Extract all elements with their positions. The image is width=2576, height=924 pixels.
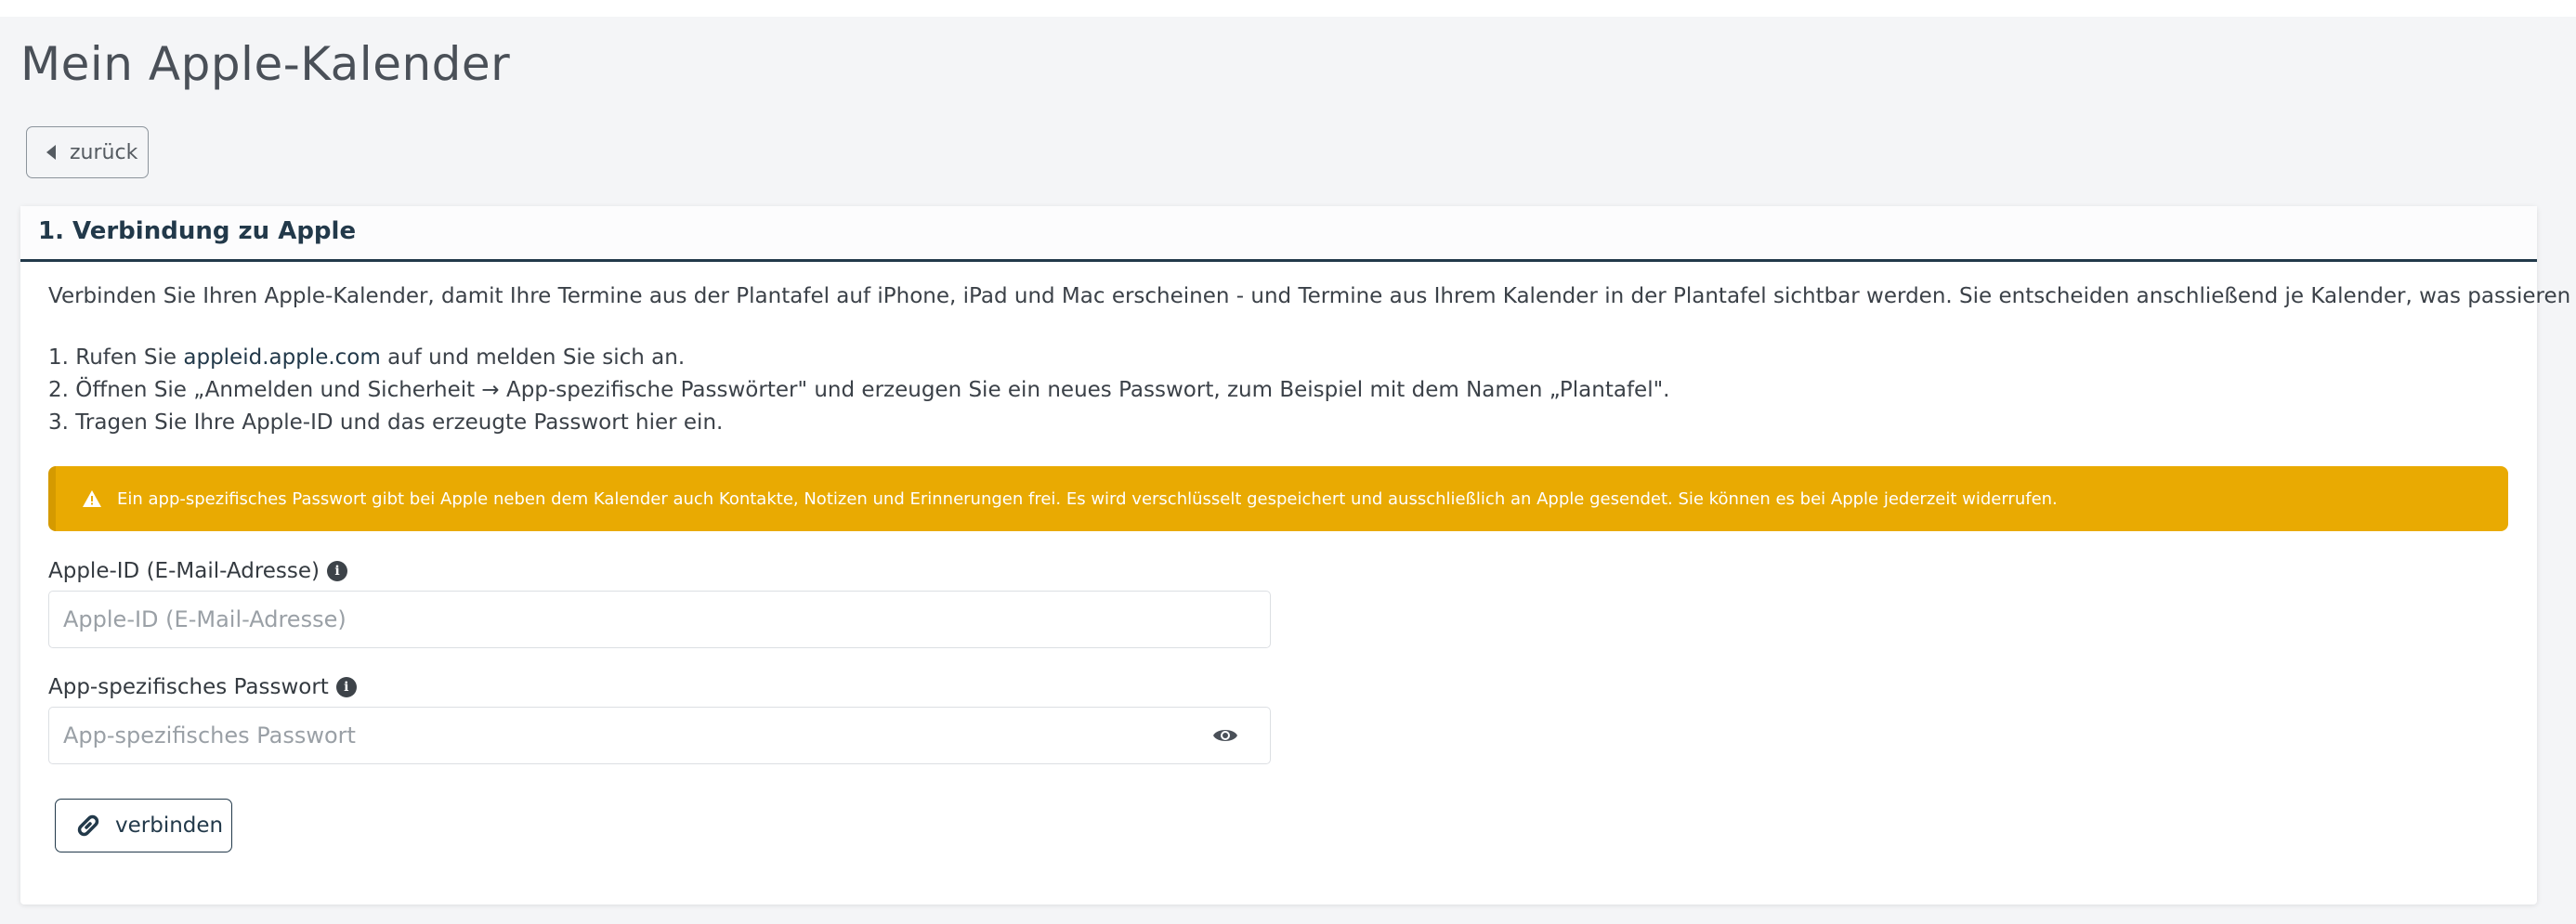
password-field-wrapper bbox=[48, 707, 1271, 764]
password-label-text: App-spezifisches Passwort bbox=[48, 675, 329, 699]
card-header: 1. Verbindung zu Apple bbox=[20, 206, 2537, 262]
intro-text: Verbinden Sie Ihren Apple-Kalender, dami… bbox=[48, 284, 2576, 308]
connect-button-label: verbinden bbox=[115, 813, 224, 838]
info-icon[interactable]: i bbox=[327, 561, 348, 581]
list-item: 2. Öffnen Sie „Anmelden und Sicherheit →… bbox=[48, 378, 1670, 402]
list-item: 3. Tragen Sie Ihre Apple-ID und das erze… bbox=[48, 410, 724, 435]
apple-id-field-wrapper bbox=[48, 591, 1271, 648]
top-bar bbox=[0, 0, 2576, 17]
back-button-label: zurück bbox=[70, 140, 138, 164]
connect-button[interactable]: verbinden bbox=[55, 799, 232, 852]
apple-id-input[interactable] bbox=[49, 592, 1270, 647]
section-title: 1. Verbindung zu Apple bbox=[38, 217, 357, 245]
password-input[interactable] bbox=[49, 708, 1270, 763]
link-icon bbox=[77, 814, 99, 837]
apple-id-label-text: Apple-ID (E-Mail-Adresse) bbox=[48, 559, 320, 583]
step1-suffix: auf und melden Sie sich an. bbox=[380, 345, 686, 370]
warning-icon bbox=[83, 490, 101, 507]
page-title: Mein Apple-Kalender bbox=[20, 37, 511, 91]
apple-connection-card: 1. Verbindung zu Apple Verbinden Sie Ihr… bbox=[20, 206, 2576, 904]
warning-alert: Ein app-spezifisches Passwort gibt bei A… bbox=[48, 466, 2508, 531]
caret-left-icon bbox=[46, 145, 56, 160]
alert-text: Ein app-spezifisches Passwort gibt bei A… bbox=[117, 488, 2058, 509]
instruction-list: 1. Rufen Sie appleid.apple.com auf und m… bbox=[48, 342, 1669, 439]
password-label: App-spezifisches Passwort i bbox=[48, 675, 357, 699]
info-icon[interactable]: i bbox=[335, 677, 357, 697]
appleid-link[interactable]: appleid.apple.com bbox=[183, 345, 380, 370]
step1-prefix: 1. Rufen Sie bbox=[48, 345, 184, 370]
apple-id-label: Apple-ID (E-Mail-Adresse) i bbox=[48, 559, 348, 583]
list-item: 1. Rufen Sie appleid.apple.com auf und m… bbox=[48, 342, 1669, 374]
eye-icon[interactable] bbox=[1212, 726, 1238, 745]
back-button[interactable]: zurück bbox=[26, 126, 149, 178]
